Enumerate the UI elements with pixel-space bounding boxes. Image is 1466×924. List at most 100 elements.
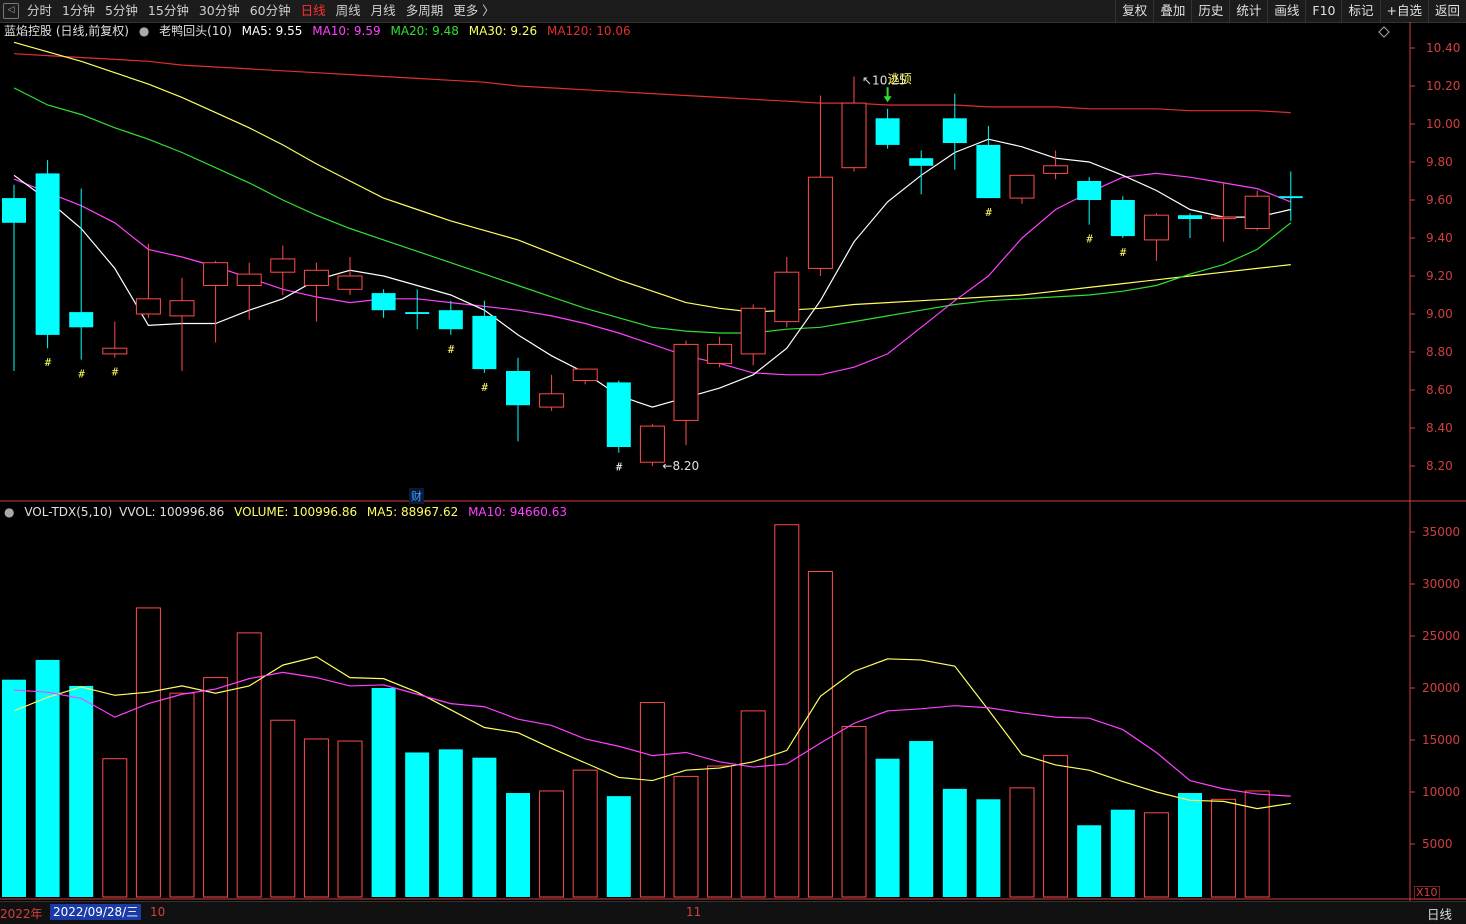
candle-body-up [673,343,699,421]
candle-body-up [539,393,565,408]
volume-bar-up [639,702,665,898]
candle-body-down [35,173,60,335]
ma20-line [13,87,1292,334]
price-tick-label: 10.00 [1426,117,1460,131]
candle-body-down [909,158,934,166]
candle-body-down [976,144,1001,199]
price-tick-label: 8.40 [1426,421,1453,435]
volume-bar-down [942,788,967,897]
candle-body-up [841,102,867,169]
candle-body-up [1009,174,1035,199]
volume-bar-down [371,688,396,897]
volume-bar-down [472,757,497,897]
signal-marker: # [985,206,992,219]
candle-body-up [572,368,598,382]
volume-bar-up [236,632,262,898]
signal-marker: # [448,343,455,356]
volume-bar-up [673,775,699,898]
candle-body-up [203,262,229,287]
signal-marker: # [481,381,488,394]
volume-bar-down [35,659,60,897]
price-tick-label: 9.20 [1426,269,1453,283]
sell-arrow-head-icon [883,96,892,103]
volume-bar-up [1009,787,1035,898]
candle-body-up [707,343,733,364]
volume-bar-up [303,738,329,898]
price-tick-label: 8.20 [1426,459,1453,473]
volume-bar-up [169,692,195,898]
volume-bar-up [203,677,229,898]
candle-body-down [1178,215,1202,219]
price-tick-label: 8.80 [1426,345,1453,359]
volume-tick-label: 5000 [1422,837,1453,851]
volume-bar-down [506,793,530,897]
candle-body-up [236,273,262,287]
ma120-line [13,53,1291,114]
year-label: 2022年 [0,907,43,921]
candle-body-down [472,315,497,370]
volume-bar-down [976,799,1001,897]
candle-body-up [135,298,161,315]
candle-body-down [438,310,463,330]
volume-bar-up [102,758,128,898]
candle-body-up [303,269,329,286]
volume-tick-label: 20000 [1422,681,1460,695]
candle-body-up [1244,195,1270,229]
candle-body-up [774,271,800,323]
month-label-nov: 11 [686,905,702,919]
candle-body-down [606,382,631,447]
candle-body-up [169,300,195,317]
volume-bar-down [1110,809,1135,897]
cursor-date: 2022/09/28/三 [50,904,142,920]
candle-body-up [807,176,833,269]
volume-bar-down [69,685,94,897]
candle-body-down [875,118,900,145]
volume-tick-label: 25000 [1422,629,1460,643]
signal-marker: # [1120,246,1127,259]
candle-body-up [337,275,363,290]
volume-bar-down [438,749,463,897]
candle-body-down [69,312,94,328]
signal-marker: # [45,356,52,369]
signal-marker: # [112,366,119,379]
volume-bar-down [1077,825,1102,897]
candle-body-down [506,371,530,406]
volume-unit: X10 [1414,886,1440,900]
signal-marker: # [1086,233,1093,246]
signal-marker: # [616,461,623,474]
volume-bar-up [841,725,867,898]
price-tick-label: 9.00 [1426,307,1453,321]
price-tick-label: 9.80 [1426,155,1453,169]
price-tick-label: 10.20 [1426,79,1460,93]
candle-body-up [1143,214,1169,241]
candle-body-up [1211,216,1237,220]
candle-body-up [1043,165,1069,174]
volume-bar-up [539,790,565,898]
volume-tick-label: 30000 [1422,577,1460,591]
volume-bar-up [740,710,766,898]
volume-bar-up [707,765,733,898]
period-indicator[interactable]: 日线 [1427,904,1452,923]
volume-tick-label: 15000 [1422,733,1460,747]
candle-body-up [740,307,766,355]
volume-bar-up [337,740,363,898]
candle-body-down [1077,181,1102,200]
month-label-oct: 10 [150,905,166,919]
volume-bar-down [2,679,26,897]
time-axis-bar: 2022年 2022/09/28/三 10 11 日线 [0,901,1466,924]
candle-body-up [639,425,665,463]
price-tick-label: 8.60 [1426,383,1453,397]
candle-body-down [405,312,430,314]
candle-body-down [2,198,26,223]
finance-badge[interactable]: 财 [409,488,424,504]
kline-chart[interactable]: 10.40 10.20 10.00 9.80 9.60 9.40 9.20 9.00 8.80 8… [0,0,1466,901]
volume-bar-up [572,769,598,898]
top-signal-label: 逃顶 [888,72,912,86]
volume-bar-up [135,607,161,898]
candle-body-down [942,118,967,143]
volume-bar-down [606,796,631,897]
volume-bar-up [774,524,800,898]
volume-tick-label: 10000 [1422,785,1460,799]
signal-marker: # [78,368,85,381]
diamond-icon [1378,26,1390,38]
